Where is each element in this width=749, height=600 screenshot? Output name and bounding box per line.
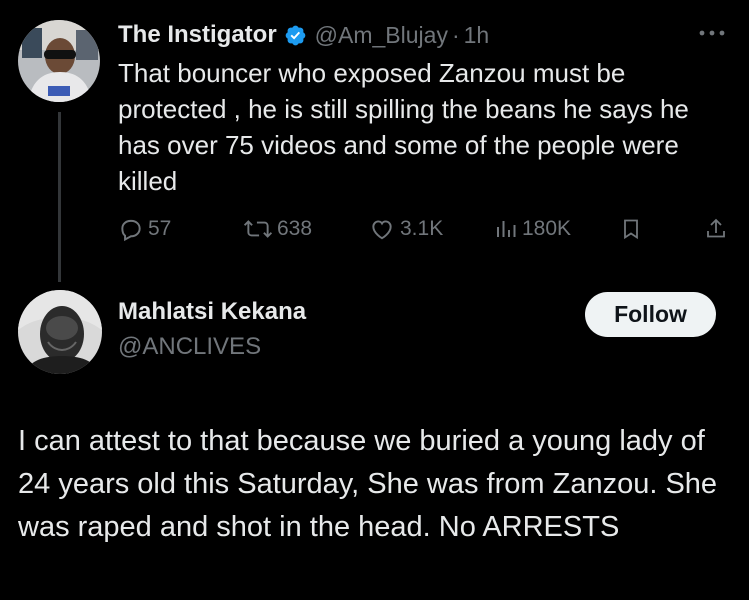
views-action[interactable]: 180K <box>494 214 571 244</box>
views-chart-icon <box>497 221 516 237</box>
bookmark-icon <box>624 219 638 240</box>
dot-separator: · <box>451 21 460 48</box>
tweet-header: The Instigator @Am_Blujay · 1h <box>118 20 489 50</box>
tweet-timestamp[interactable]: 1h <box>464 22 490 49</box>
author-avatar[interactable] <box>18 20 100 102</box>
like-action[interactable]: 3.1K <box>368 214 443 244</box>
verified-badge-icon <box>285 25 305 45</box>
repost-count: 638 <box>277 217 313 240</box>
author-handle[interactable]: @Am_Blujay <box>315 22 448 49</box>
repost-icon <box>243 220 273 238</box>
avatar-photo-icon <box>18 20 100 102</box>
view-count: 180K <box>522 217 572 240</box>
heart-icon <box>372 220 392 240</box>
reply-author-display-name[interactable]: Mahlatsi Kekana <box>118 298 306 326</box>
reply-author-avatar[interactable] <box>18 290 102 374</box>
share-icon <box>707 218 725 238</box>
author-display-name[interactable]: The Instigator <box>118 21 277 49</box>
tweet-text: That bouncer who exposed Zanzou must be … <box>118 58 689 196</box>
like-count: 3.1K <box>400 217 444 240</box>
reply-author-handle[interactable]: @ANCLIVES <box>118 333 261 361</box>
reply-bubble-icon <box>121 219 141 242</box>
reply-count: 57 <box>148 217 172 240</box>
more-options-icon[interactable] <box>695 22 729 44</box>
repost-action[interactable]: 638 <box>243 214 312 244</box>
reply-text: I can attest to that because we buried a… <box>18 425 718 543</box>
reply-action[interactable]: 57 <box>118 214 171 244</box>
follow-button[interactable]: Follow <box>585 292 716 337</box>
avatar-photo-icon <box>18 290 102 374</box>
share-action[interactable] <box>704 214 732 244</box>
thread-connector-line <box>58 112 61 282</box>
bookmark-action[interactable] <box>619 214 647 244</box>
